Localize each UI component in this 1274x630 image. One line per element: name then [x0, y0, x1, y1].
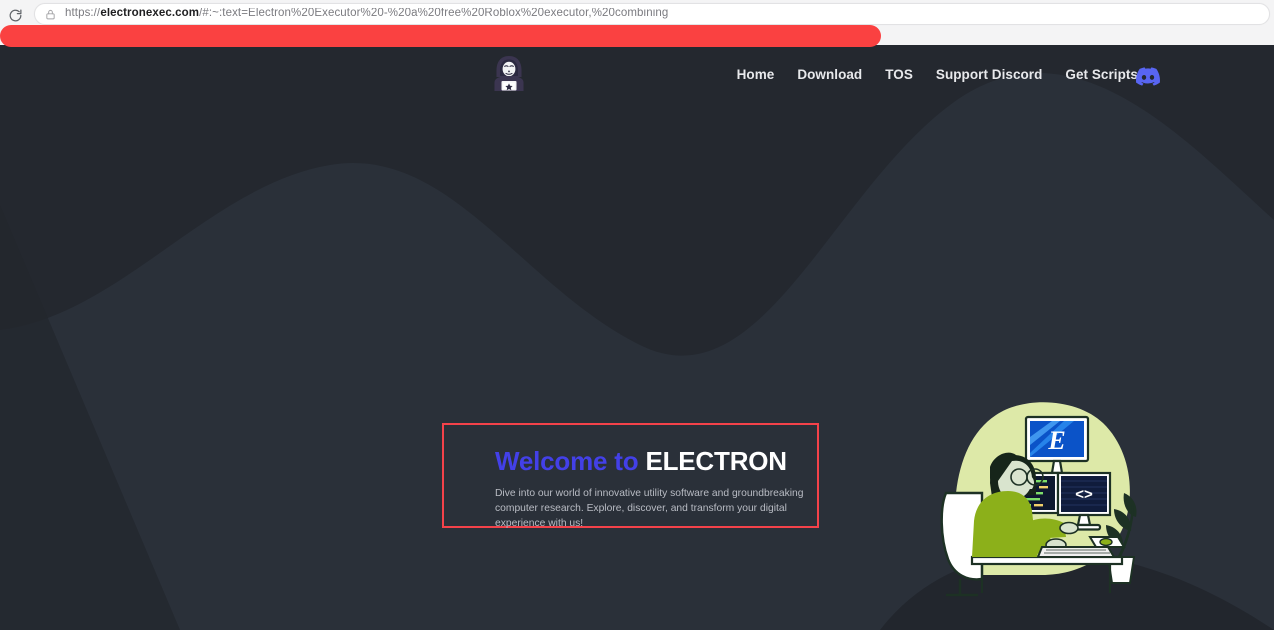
hero-title-brand: ELECTRON [645, 446, 787, 476]
url-text: https://electronexec.com/#:~:text=Electr… [65, 8, 668, 20]
svg-text:<>: <> [1075, 486, 1093, 503]
hero-title: Welcome to ELECTRON [495, 446, 787, 477]
hero-title-accent: Welcome to [495, 446, 646, 476]
hero-card: Welcome to ELECTRON Dive into our world … [442, 423, 819, 529]
address-bar[interactable]: https://electronexec.com/#:~:text=Electr… [34, 3, 1270, 25]
svg-text:E: E [1047, 426, 1065, 455]
lock-icon [45, 9, 56, 20]
page-body: Home Download TOS Support Discord Get Sc… [0, 45, 1274, 630]
discord-icon[interactable] [1136, 67, 1160, 86]
browser-chrome: https://electronexec.com/#:~:text=Electr… [0, 0, 1274, 47]
nav-link-tos[interactable]: TOS [885, 67, 913, 82]
site-header: Home Download TOS Support Discord Get Sc… [0, 45, 1274, 107]
main-nav: Home Download TOS Support Discord Get Sc… [737, 67, 1138, 82]
url-path: /#:~:text=Electron%20Executor%20-%20a%20… [199, 8, 669, 20]
url-protocol: https:// [65, 8, 101, 20]
nav-link-download[interactable]: Download [797, 67, 862, 82]
url-host: electronexec.com [100, 8, 200, 20]
reload-icon[interactable] [4, 4, 26, 26]
developer-at-desk-illustration: E <> [938, 397, 1148, 600]
hero-subtitle: Dive into our world of innovative utilit… [495, 488, 804, 529]
nav-link-get-scripts[interactable]: Get Scripts [1065, 67, 1138, 82]
red-redaction-bar [0, 25, 881, 47]
nav-link-home[interactable]: Home [737, 67, 775, 82]
nav-link-support-discord[interactable]: Support Discord [936, 67, 1043, 82]
hooded-anonymous-figure-logo[interactable] [491, 54, 527, 92]
